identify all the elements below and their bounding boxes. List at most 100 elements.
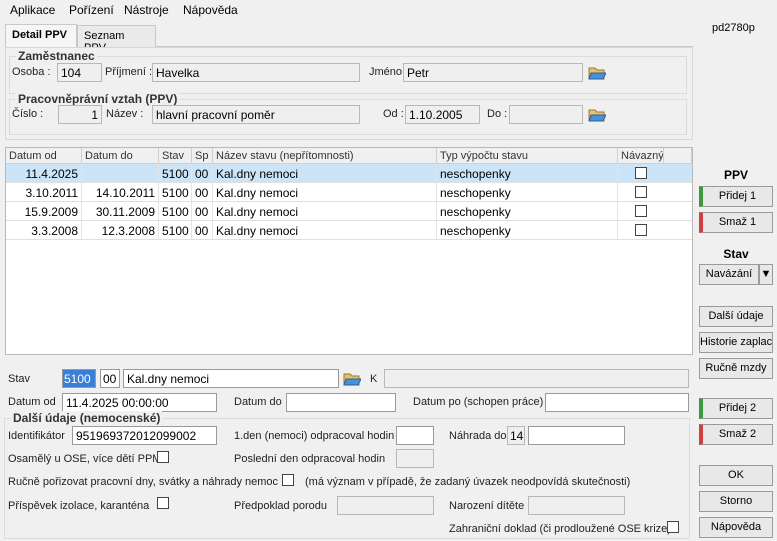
historie-zaplaceni-button[interactable]: Historie zaplac [699,332,773,353]
dalsi-udaje-title: Další údaje (nemocenské) [11,411,163,425]
predpoklad-porodu-label: Předpoklad porodu [234,500,327,512]
posledni-den-label: Poslední den odpracoval hodin [234,453,386,465]
tab-detail-ppv[interactable]: Detail PPV [5,24,77,47]
stavy-table[interactable]: Datum od Datum do Stav Sp Název stavu (n… [5,147,693,355]
rucne-porizovat-checkbox[interactable] [282,474,294,486]
pridej-2-button[interactable]: Přidej 2 [699,398,773,419]
prispevek-izolace-checkbox[interactable] [157,497,169,509]
predpoklad-porodu-field[interactable] [337,496,434,515]
osamely-checkbox[interactable] [157,451,169,463]
stav-code-field[interactable]: 5100 [62,369,96,388]
folder-open-icon[interactable] [588,65,606,81]
nazev-label: Název : [106,108,144,120]
prvni-den-label: 1.den (nemoci) odpracoval hodin [234,430,395,442]
navazny-checkbox[interactable] [635,224,647,236]
navazny-checkbox[interactable] [635,186,647,198]
datum-od-label: Datum od [8,396,56,408]
cell-datum-od: 3.3.2008 [6,221,82,239]
stav-sidebar-title: Stav [723,247,749,261]
menu-bar: Aplikace Pořízení Nástroje Nápověda [0,0,777,20]
stav-label: Stav [8,373,31,385]
ok-button[interactable]: OK [699,465,773,486]
od-field[interactable]: 1.10.2005 [405,105,480,124]
nahrada-do-field[interactable] [528,426,625,445]
identifikator-field[interactable]: 951969372012099002 [72,426,217,445]
cell-stav: 5100 [159,164,192,182]
stav-name-field[interactable]: Kal.dny nemoci [123,369,339,388]
folder-open-icon[interactable] [588,107,606,123]
navazny-checkbox[interactable] [635,205,647,217]
dalsi-udaje-button[interactable]: Další údaje [699,306,773,327]
prispevek-izolace-label: Příspěvek izolace, karanténa [8,500,150,512]
napoveda-button[interactable]: Nápověda [699,517,773,538]
cell-datum-do: 12.3.2008 [82,221,159,239]
prijmeni-label: Příjmení : [105,66,153,78]
identifikator-label: Identifikátor [8,430,65,442]
narozeni-ditete-label: Narození dítěte [449,500,525,512]
zahranicni-doklad-checkbox[interactable] [667,521,679,533]
header-panel: Zaměstnanec Osoba : 104 Příjmení : Havel… [5,47,693,140]
cell-datum-do: 30.11.2009 [82,202,159,220]
datum-od-field[interactable]: 11.4.2025 00:00:00 [62,393,217,412]
prijmeni-field[interactable]: Havelka [152,63,360,82]
col-typ-vypoctu[interactable]: Typ výpočtu stavu [437,148,618,164]
stav-sp-field[interactable]: 00 [100,369,120,388]
menu-napoveda[interactable]: Nápověda [183,3,238,17]
ppv-title: Pracovněprávní vztah (PPV) [16,92,180,106]
col-nazev-stavu[interactable]: Název stavu (nepřítomnosti) [213,148,437,164]
col-datum-od[interactable]: Datum od [6,148,82,164]
cell-nazev: Kal.dny nemoci [213,183,437,201]
menu-nastroje[interactable]: Nástroje [124,3,169,17]
smaz-2-button[interactable]: Smaž 2 [699,424,773,445]
table-row[interactable]: 3.3.2008 12.3.2008 5100 00 Kal.dny nemoc… [6,221,692,240]
do-field[interactable] [509,105,583,124]
cislo-label: Číslo : [12,108,44,120]
cislo-field[interactable]: 1 [58,105,102,124]
nahrada-do-number[interactable]: 14 [507,426,525,445]
cell-stav: 5100 [159,202,192,220]
tab-seznam-ppv[interactable]: Seznam PPV [77,25,156,54]
col-stav[interactable]: Stav [159,148,192,164]
prvni-den-field[interactable] [396,426,434,445]
cell-nazev: Kal.dny nemoci [213,164,437,182]
narozeni-ditete-field[interactable] [528,496,625,515]
col-navazny[interactable]: Návazný [618,148,664,164]
table-row[interactable]: 3.10.2011 14.10.2011 5100 00 Kal.dny nem… [6,183,692,202]
cell-typ: neschopenky [437,183,618,201]
pridej-1-button[interactable]: Přidej 1 [699,186,773,207]
col-datum-do[interactable]: Datum do [82,148,159,164]
cell-nazev: Kal.dny nemoci [213,221,437,239]
rucne-mzdy-button[interactable]: Ručně mzdy [699,358,773,379]
rucne-porizovat-label: Ručně pořizovat pracovní dny, svátky a n… [8,476,279,488]
cell-typ: neschopenky [437,202,618,220]
table-row[interactable]: 15.9.2009 30.11.2009 5100 00 Kal.dny nem… [6,202,692,221]
navazny-checkbox[interactable] [635,167,647,179]
jmeno-field[interactable]: Petr [403,63,583,82]
nazev-field[interactable]: hlavní pracovní poměr [152,105,360,124]
cell-datum-od: 15.9.2009 [6,202,82,220]
datum-po-field[interactable] [545,393,689,412]
cell-sp: 00 [192,221,213,239]
cell-sp: 00 [192,164,213,182]
cell-stav: 5100 [159,183,192,201]
osoba-field[interactable]: 104 [57,63,102,82]
do-label: Do : [487,108,508,120]
cell-typ: neschopenky [437,164,618,182]
menu-porizeni[interactable]: Pořízení [69,3,114,17]
datum-do-label: Datum do [234,396,282,408]
storno-button[interactable]: Storno [699,491,773,512]
menu-aplikace[interactable]: Aplikace [10,3,55,17]
posledni-den-field[interactable] [396,449,434,468]
folder-open-icon[interactable] [343,371,361,387]
cell-datum-od: 11.4.2025 [6,164,82,182]
smaz-1-button[interactable]: Smaž 1 [699,212,773,233]
col-sp[interactable]: Sp [192,148,213,164]
ppv-sidebar-title: PPV [723,168,748,182]
k-field[interactable] [384,369,689,388]
datum-do-field[interactable] [286,393,396,412]
navazani-dropdown-icon[interactable]: ▼ [759,264,773,285]
table-row[interactable]: 11.4.2025 5100 00 Kal.dny nemoci neschop… [6,164,692,183]
cell-datum-do [82,164,159,182]
cell-nazev: Kal.dny nemoci [213,202,437,220]
navazani-button[interactable]: Navázání [699,264,759,285]
